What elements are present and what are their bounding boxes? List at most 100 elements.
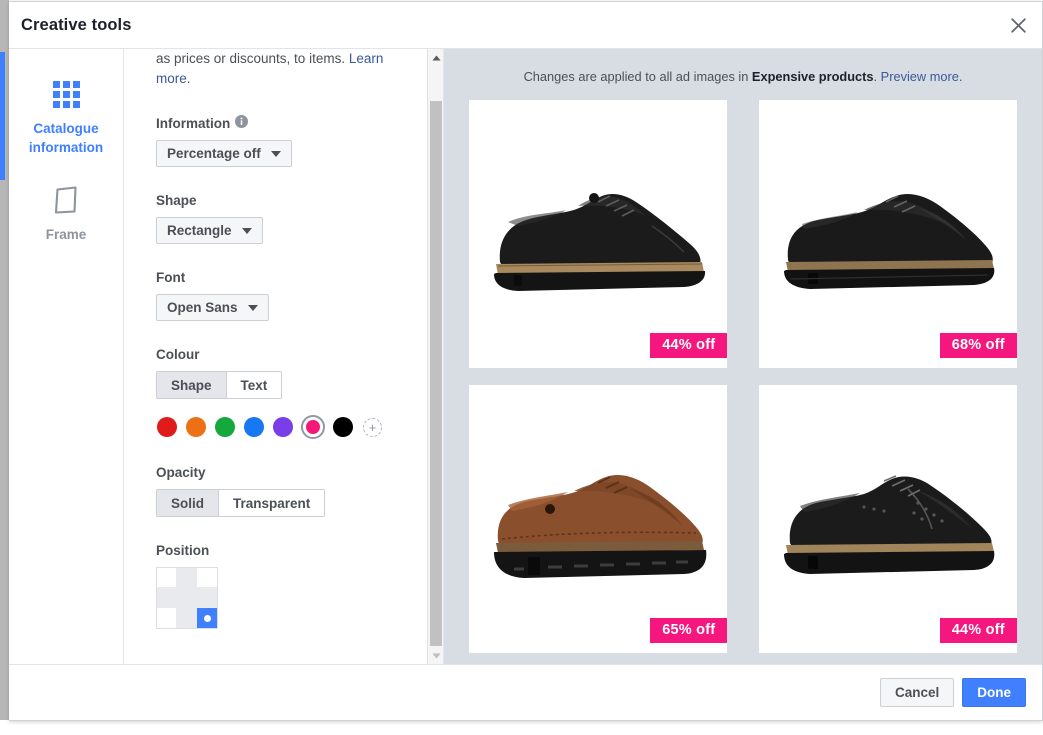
ad-preview-card[interactable]: 44% off bbox=[758, 385, 1017, 653]
position-cell-middle-left[interactable] bbox=[157, 588, 177, 608]
preview-notice-prefix: Changes are applied to all ad images in bbox=[523, 69, 752, 84]
colour-target-toggle: Shape Text bbox=[156, 371, 283, 399]
intro-text-end: . bbox=[186, 71, 191, 86]
position-cell-bottom-right[interactable] bbox=[197, 608, 217, 628]
discount-badge: 44% off bbox=[939, 617, 1017, 643]
position-label: Position bbox=[156, 543, 210, 558]
chevron-down-icon bbox=[247, 304, 258, 311]
opacity-option-solid[interactable]: Solid bbox=[157, 490, 219, 516]
colour-tab-shape[interactable]: Shape bbox=[157, 372, 227, 398]
frame-icon bbox=[15, 183, 117, 217]
opacity-toggle: Solid Transparent bbox=[156, 489, 326, 517]
colour-swatch-green[interactable] bbox=[214, 416, 236, 438]
active-tab-indicator bbox=[0, 52, 5, 180]
form-scrollbar[interactable] bbox=[427, 49, 443, 664]
swatch-fill bbox=[244, 417, 264, 437]
dialog-body: Catalogue information Frame as prices or… bbox=[0, 49, 1042, 664]
information-dropdown[interactable]: Percentage off bbox=[156, 140, 292, 167]
product-image-black-wingtip-brogue bbox=[759, 385, 1017, 653]
dialog-header: Creative tools bbox=[9, 2, 1042, 49]
preview-catalogue-name: Expensive products bbox=[751, 69, 874, 84]
settings-form-content: as prices or discounts, to items. Learn … bbox=[124, 49, 427, 649]
creative-tools-dialog: Creative tools Catalogue information Fra… bbox=[0, 1, 1043, 721]
colour-swatch-row: + bbox=[156, 415, 409, 439]
position-cell-bottom-left[interactable] bbox=[157, 608, 177, 628]
dialog-footer: Cancel Done bbox=[9, 664, 1042, 720]
ad-preview-card[interactable]: 68% off bbox=[758, 100, 1017, 368]
intro-text: as prices or discounts, to items. bbox=[156, 51, 349, 66]
page-title: Creative tools bbox=[21, 15, 132, 34]
font-dropdown[interactable]: Open Sans bbox=[156, 294, 269, 321]
information-value: Percentage off bbox=[167, 146, 261, 161]
font-label: Font bbox=[156, 270, 186, 285]
shape-field: Shape Rectangle bbox=[156, 193, 409, 244]
position-cell-top-left[interactable] bbox=[157, 568, 177, 588]
sidebar-item-catalogue-information[interactable]: Catalogue information bbox=[9, 63, 123, 169]
swatch-fill bbox=[306, 420, 320, 434]
intro-paragraph: as prices or discounts, to items. Learn … bbox=[156, 49, 409, 89]
product-image-black-cap-toe-oxford bbox=[469, 100, 727, 368]
colour-tab-text[interactable]: Text bbox=[226, 372, 282, 398]
opacity-field: Opacity Solid Transparent bbox=[156, 465, 409, 517]
swatch-fill bbox=[215, 417, 235, 437]
done-button[interactable]: Done bbox=[962, 678, 1026, 707]
info-icon[interactable] bbox=[235, 115, 249, 131]
colour-swatch-purple[interactable] bbox=[272, 416, 294, 438]
chevron-down-icon bbox=[270, 150, 281, 157]
preview-more-link[interactable]: Preview more. bbox=[881, 69, 963, 84]
swatch-fill bbox=[273, 417, 293, 437]
swatch-fill bbox=[157, 417, 177, 437]
colour-swatch-orange[interactable] bbox=[185, 416, 207, 438]
discount-badge: 65% off bbox=[650, 617, 728, 643]
shape-dropdown[interactable]: Rectangle bbox=[156, 217, 263, 244]
position-selected-dot bbox=[203, 614, 211, 622]
colour-swatch-pink[interactable] bbox=[301, 415, 325, 439]
discount-badge: 68% off bbox=[939, 332, 1017, 358]
information-label-row: Information bbox=[156, 115, 409, 131]
information-label: Information bbox=[156, 115, 231, 131]
product-image-black-moc-toe-derby bbox=[759, 100, 1017, 368]
position-cell-middle-right[interactable] bbox=[197, 588, 217, 608]
position-field: Position bbox=[156, 543, 409, 629]
cancel-button[interactable]: Cancel bbox=[879, 678, 955, 707]
sidebar: Catalogue information Frame bbox=[0, 49, 124, 664]
information-field: Information Percentage off bbox=[156, 115, 409, 167]
swatch-fill bbox=[333, 417, 353, 437]
sidebar-item-frame[interactable]: Frame bbox=[9, 169, 123, 256]
scroll-up-arrow-icon[interactable] bbox=[428, 49, 443, 66]
position-grid bbox=[156, 567, 218, 629]
ad-preview-card[interactable]: 65% off bbox=[469, 385, 728, 653]
ad-preview-grid: 44% off 68% off 65% off 44% off bbox=[462, 100, 1024, 653]
ad-preview-panel: Changes are applied to all ad images in … bbox=[444, 49, 1042, 664]
preview-notice: Changes are applied to all ad images in … bbox=[462, 49, 1024, 100]
sidebar-item-label: Frame bbox=[45, 227, 87, 242]
close-icon[interactable] bbox=[1003, 10, 1033, 40]
sidebar-item-label: Catalogue information bbox=[28, 121, 104, 155]
opacity-option-transparent[interactable]: Transparent bbox=[219, 490, 325, 516]
product-image-brown-leather-derby bbox=[469, 385, 727, 653]
scrollbar-thumb[interactable] bbox=[430, 101, 442, 646]
shape-label: Shape bbox=[156, 193, 197, 208]
position-cell-middle-center[interactable] bbox=[177, 588, 197, 608]
swatch-fill bbox=[186, 417, 206, 437]
settings-form-panel: as prices or discounts, to items. Learn … bbox=[124, 49, 444, 664]
position-cell-bottom-center[interactable] bbox=[177, 608, 197, 628]
font-field: Font Open Sans bbox=[156, 270, 409, 321]
opacity-label: Opacity bbox=[156, 465, 206, 480]
shape-value: Rectangle bbox=[167, 223, 232, 238]
position-cell-top-center[interactable] bbox=[177, 568, 197, 588]
colour-swatch-black[interactable] bbox=[332, 416, 354, 438]
add-colour-button[interactable]: + bbox=[363, 417, 382, 437]
preview-notice-middle: . bbox=[873, 69, 881, 84]
font-value: Open Sans bbox=[167, 300, 238, 315]
colour-swatch-blue[interactable] bbox=[243, 416, 265, 438]
page-bottom-strip bbox=[0, 720, 1043, 735]
discount-badge: 44% off bbox=[650, 332, 728, 358]
colour-field: Colour Shape Text + bbox=[156, 347, 409, 439]
position-cell-top-right[interactable] bbox=[197, 568, 217, 588]
ad-preview-card[interactable]: 44% off bbox=[469, 100, 728, 368]
chevron-down-icon bbox=[241, 227, 252, 234]
colour-swatch-red[interactable] bbox=[156, 416, 178, 438]
scroll-down-arrow-icon[interactable] bbox=[428, 647, 443, 664]
grid-icon bbox=[15, 77, 117, 111]
